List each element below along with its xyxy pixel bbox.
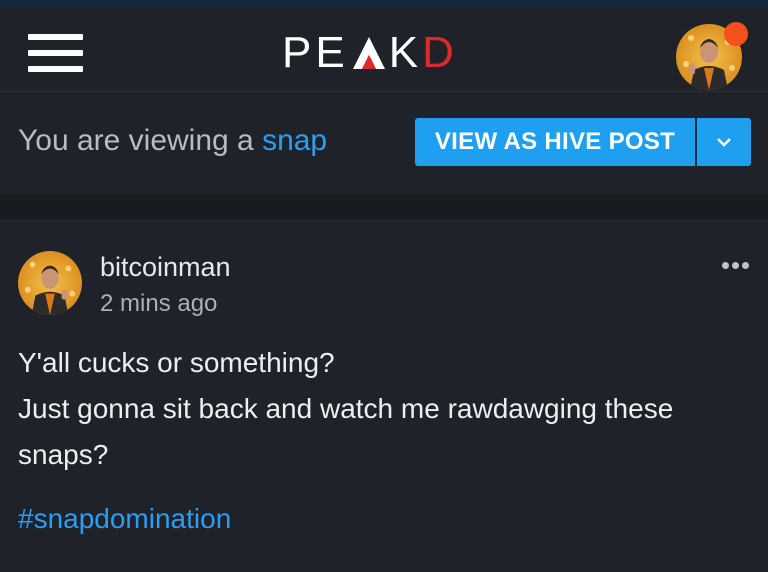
- view-as-hive-post-button[interactable]: VIEW AS HIVE POST: [415, 118, 695, 166]
- viewing-prefix: You are viewing a: [18, 124, 263, 157]
- view-options-dropdown-button[interactable]: [695, 118, 751, 166]
- author-avatar[interactable]: [18, 251, 82, 315]
- author-name[interactable]: bitcoinman: [100, 252, 231, 283]
- hashtag-link[interactable]: #snapdomination: [18, 503, 231, 535]
- logo-a-icon: [352, 37, 385, 69]
- more-dots-icon[interactable]: [722, 262, 752, 276]
- logo-text-red: D: [422, 28, 458, 77]
- top-navbar: PE K D: [0, 8, 768, 92]
- top-strip: [0, 0, 768, 8]
- logo-text-left: PE: [282, 28, 349, 77]
- peakd-logo[interactable]: PE K D: [282, 28, 458, 78]
- chevron-down-icon: [717, 138, 731, 147]
- post-body: Y'all cucks or something? Just gonna sit…: [18, 340, 758, 478]
- logo-text-right: K: [388, 28, 423, 77]
- viewing-notice: You are viewing a snap: [18, 124, 327, 158]
- user-avatar-button[interactable]: [676, 22, 748, 90]
- notification-dot: [724, 22, 748, 46]
- snap-link[interactable]: snap: [262, 124, 327, 157]
- post-line: Y'all cucks or something?: [18, 347, 335, 378]
- section-divider: [0, 194, 768, 219]
- hamburger-icon[interactable]: [28, 34, 83, 74]
- post-timestamp[interactable]: 2 mins ago: [100, 290, 217, 318]
- post-line: Just gonna sit back and watch me rawdawg…: [18, 393, 674, 470]
